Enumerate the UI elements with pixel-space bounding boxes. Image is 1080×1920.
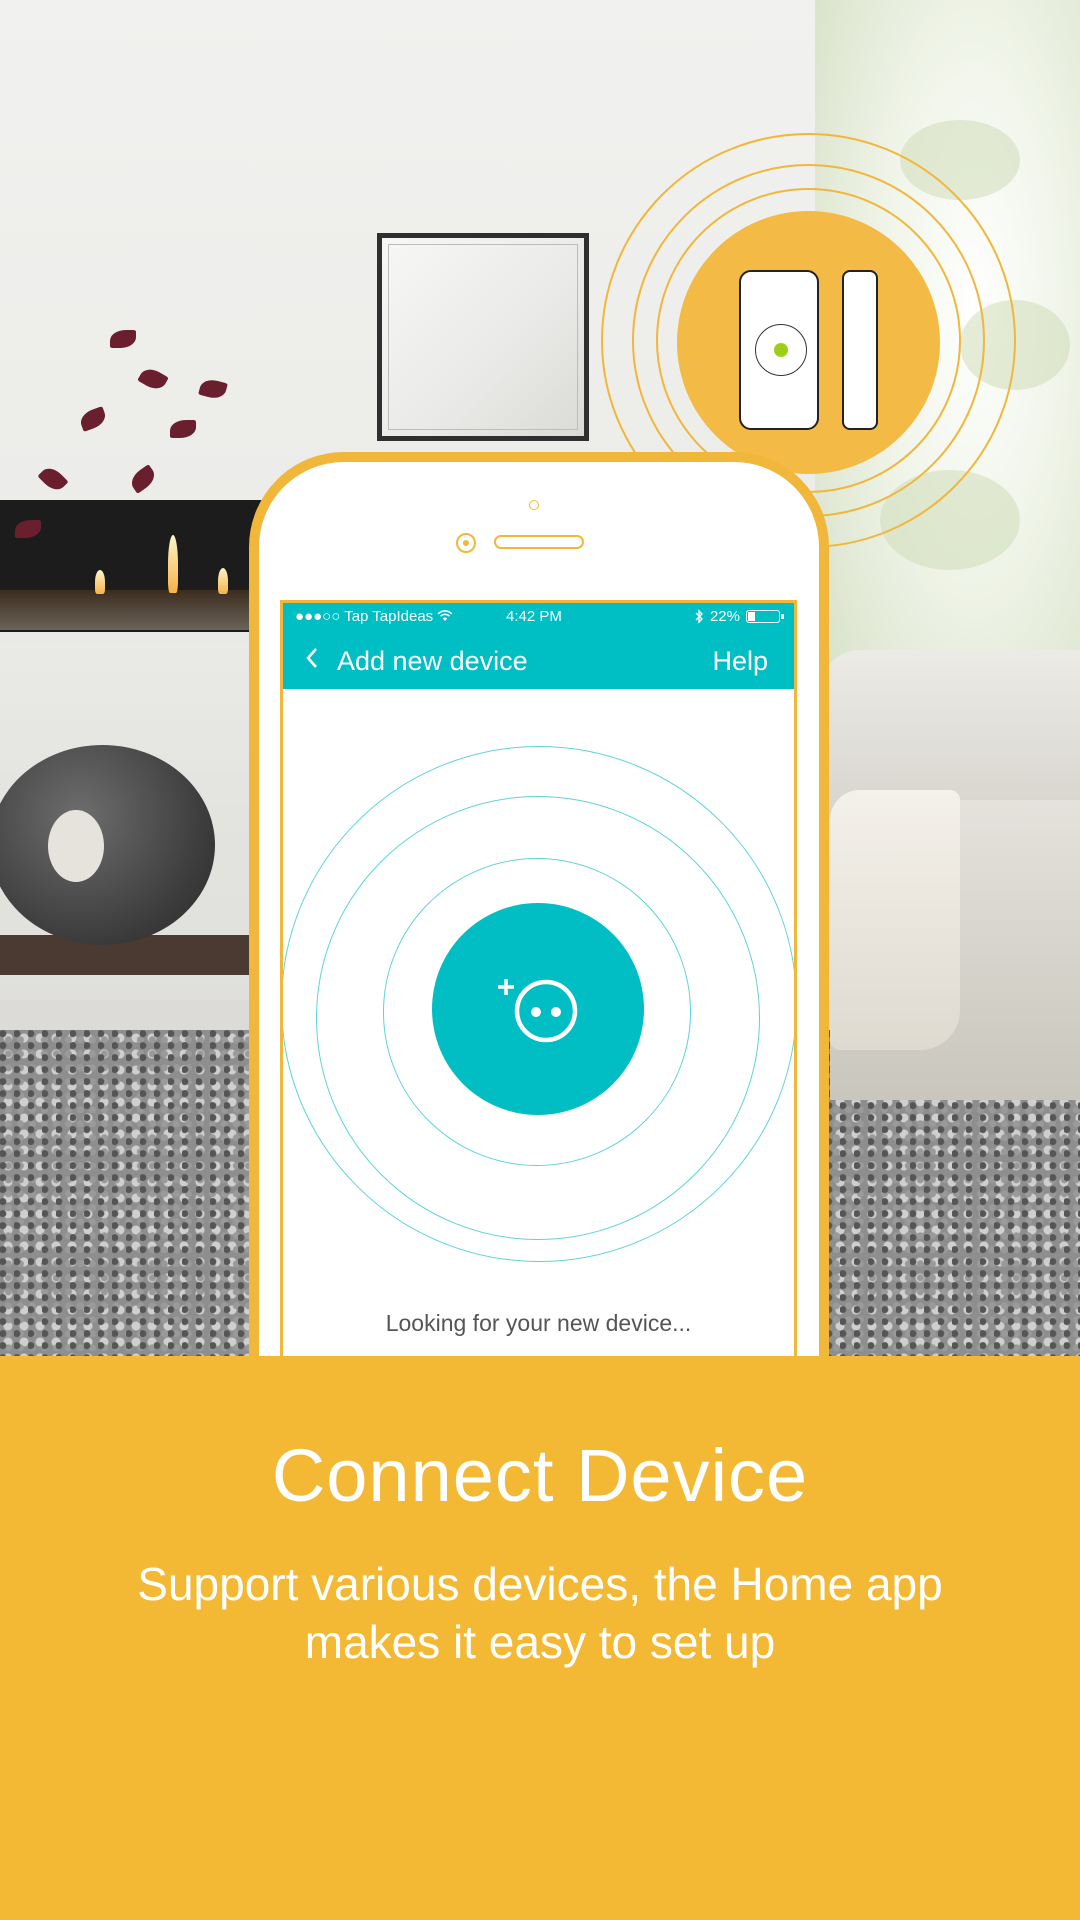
status-bar: ●●●○○ Tap TapIdeas 4:42 PM 22% [283,603,794,631]
plant-leaf [198,376,228,402]
flame [218,568,228,594]
front-camera [529,500,539,510]
status-right: 22% [694,608,784,625]
proximity-sensor [456,533,476,553]
sofa-throw-blanket [830,790,960,1050]
sensor-magnet-icon [842,270,878,430]
plant-leaf [110,330,136,348]
promo-subtitle-line2: makes it easy to set up [304,1616,776,1668]
sensor-led-dot [774,343,788,357]
help-button[interactable]: Help [712,646,768,677]
promo-subtitle: Support various devices, the Home app ma… [60,1555,1020,1671]
door-sensor-icon [739,270,819,430]
plant-leaf [37,463,69,495]
carrier-label: ●●●○○ Tap TapIdeas [295,608,434,625]
wifi-icon [437,610,453,621]
sculpture [0,745,215,945]
phone-screen: ●●●○○ Tap TapIdeas 4:42 PM 22% Add new d… [280,600,797,1356]
bluetooth-icon [695,609,703,624]
promo-subtitle-line1: Support various devices, the Home app [137,1558,943,1610]
promo-headline: Connect Device [271,1434,809,1517]
searching-status: Looking for your new device... [385,1310,692,1336]
add-device-button[interactable] [432,903,644,1115]
chevron-left-icon[interactable] [305,645,319,676]
status-carrier: ●●●○○ Tap TapIdeas [295,608,453,625]
plant-leaf [170,420,196,438]
battery-fill [748,612,756,621]
mantel [0,632,265,642]
battery-percent: 22% [709,608,740,625]
flame [95,570,105,594]
plant-leaf [127,464,159,494]
wall-mirror [377,233,589,441]
plant-leaf [77,406,109,432]
page-title: Add new device [337,646,528,676]
status-time: 4:42 PM [506,608,562,625]
fireplace-bed [0,590,265,630]
nav-bar: Add new device Help [283,631,794,689]
earpiece-speaker [494,535,584,549]
sensor-led-ring [755,324,807,376]
flame [168,535,178,593]
plant-leaf [137,364,169,394]
add-plug-icon [498,979,578,1043]
battery-icon [746,610,784,623]
